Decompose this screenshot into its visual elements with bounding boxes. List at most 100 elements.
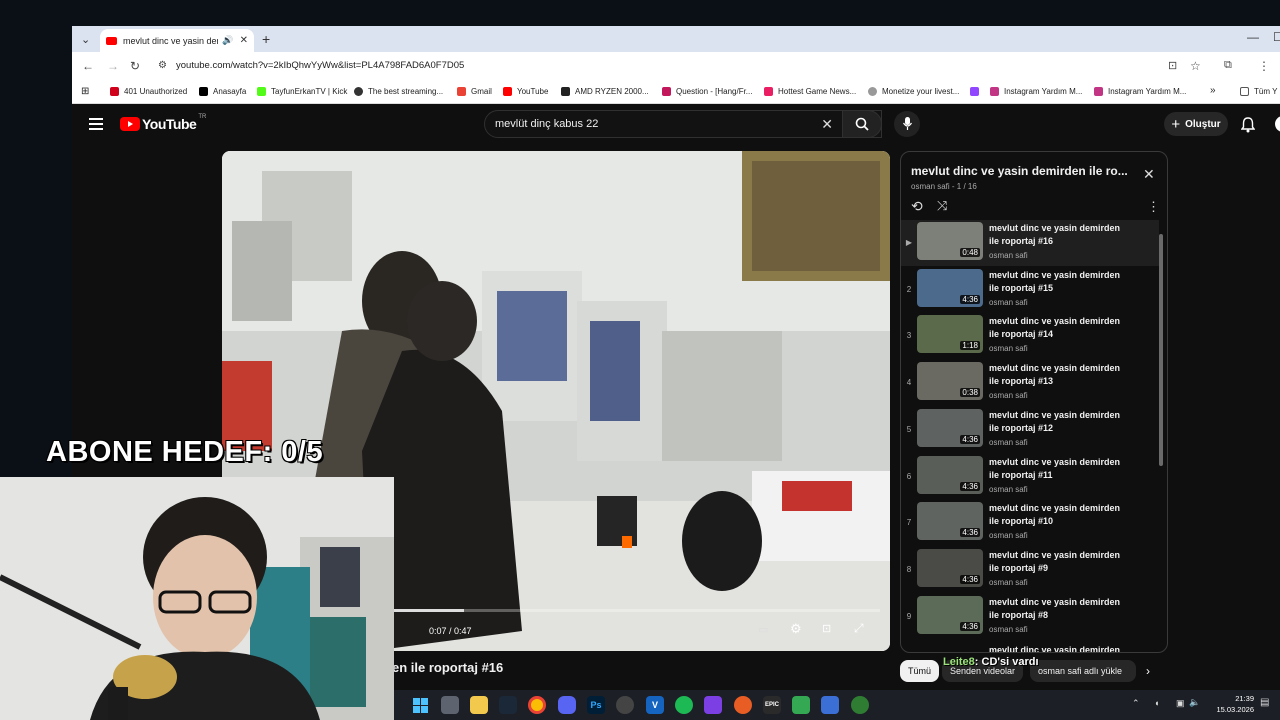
photoshop-icon[interactable]: Ps: [587, 696, 605, 714]
bookmark-item[interactable]: Instagram Yardım M...: [990, 87, 1082, 96]
google-drive-icon[interactable]: [792, 696, 810, 714]
url-field[interactable]: youtube.com/watch?v=2kIbQhwYyWw&list=PL4…: [176, 60, 464, 71]
tab-active[interactable]: mevlut dinc ve yasin demirden ile roport…: [100, 29, 254, 52]
chrome-icon[interactable]: [528, 696, 546, 714]
playlist-thumbnail[interactable]: 0:48: [917, 222, 983, 260]
playlist-item-partial-title[interactable]: mevlut dinc ve yasin demirden: [989, 645, 1120, 652]
playlist-thumbnail[interactable]: 4:36: [917, 502, 983, 541]
obs-icon[interactable]: [616, 696, 634, 714]
extensions-icon[interactable]: ⧉: [1224, 59, 1232, 72]
bookmark-item[interactable]: AMD RYZEN 2000...: [561, 87, 649, 96]
tab-search-icon[interactable]: ⌄: [81, 33, 90, 46]
playlist-item[interactable]: 6 4:36 mevlut dinc ve yasin demirden ile r…: [901, 454, 1159, 500]
file-explorer-icon[interactable]: [470, 696, 488, 714]
shuffle-icon[interactable]: ⤨: [937, 198, 947, 214]
bookmark-item[interactable]: Gmail: [457, 87, 492, 96]
discord-icon[interactable]: [558, 696, 576, 714]
site-settings-icon[interactable]: ⚙: [158, 60, 167, 71]
speaker-icon[interactable]: 🔊: [222, 35, 233, 46]
epic-games-icon[interactable]: EPIC: [763, 696, 781, 714]
subtitles-icon[interactable]: ▭: [758, 623, 768, 636]
chevron-right-icon[interactable]: ›: [1146, 664, 1150, 678]
progress-fill: [390, 609, 464, 612]
system-clock[interactable]: 21:39 15.03.2026: [1200, 693, 1254, 715]
bookmark-label: 401 Unauthorized: [124, 87, 188, 96]
loop-icon[interactable]: ⟲: [911, 198, 923, 215]
task-view-icon[interactable]: [441, 696, 459, 714]
tray-overflow-icon[interactable]: ⌃: [1132, 698, 1140, 709]
avatar[interactable]: [1275, 116, 1280, 132]
bookmark-item[interactable]: TayfunErkanTV | Kick: [257, 87, 347, 96]
vegas-icon[interactable]: V: [646, 696, 664, 714]
playlist-item[interactable]: 9 4:36 mevlut dinc ve yasin demirden ile r…: [901, 594, 1159, 640]
new-tab-icon[interactable]: +: [262, 31, 270, 47]
search-box[interactable]: mevlüt dinç kabus 22 ✕: [484, 110, 882, 138]
volume-icon[interactable]: 🔈: [1189, 697, 1200, 708]
monitor-app-icon[interactable]: [821, 696, 839, 714]
app-orange-icon[interactable]: [734, 696, 752, 714]
bookmark-item[interactable]: Anasayfa: [199, 87, 246, 96]
playlist-menu-icon[interactable]: ⋮: [1147, 199, 1160, 215]
playlist-item[interactable]: ▶ 0:48 mevlut dinc ve yasin demirden ile r…: [901, 220, 1159, 266]
playlist-thumbnail[interactable]: 1:18: [917, 315, 983, 354]
progress-bar[interactable]: [390, 609, 880, 612]
notifications-bell-icon[interactable]: [1241, 117, 1255, 133]
maximize-icon[interactable]: ☐: [1273, 30, 1280, 44]
bookmark-item[interactable]: Monetize your livest...: [868, 87, 959, 96]
playlist-item-title: mevlut dinc ve yasin demirden ile roport…: [989, 409, 1121, 433]
chip-uploads[interactable]: osman safi adlı yükle: [1030, 660, 1136, 682]
playlist-item[interactable]: 2 4:36 mevlut dinc ve yasin demirden ile r…: [901, 267, 1159, 313]
app-grid-icon[interactable]: [704, 696, 722, 714]
bookmark-item[interactable]: Hottest Game News...: [764, 87, 856, 96]
close-tab-icon[interactable]: ✕: [240, 35, 248, 46]
install-app-icon[interactable]: ⊡: [1168, 59, 1177, 72]
all-bookmarks-folder[interactable]: Tüm Y: [1240, 87, 1277, 96]
bookmark-star-icon[interactable]: ☆: [1190, 59, 1201, 73]
bookmark-item[interactable]: Question - [Hang/Fr...: [662, 87, 752, 96]
reload-icon[interactable]: ↻: [130, 59, 140, 73]
back-icon[interactable]: ←: [82, 59, 94, 73]
playlist-thumbnail[interactable]: 4:36: [917, 268, 983, 307]
mic-tray-icon[interactable]: ◖: [1154, 698, 1159, 708]
windows-start-icon[interactable]: [411, 696, 429, 714]
twitch-bookmark-icon[interactable]: [970, 87, 984, 96]
voice-search-button[interactable]: [894, 111, 920, 137]
playlist-item[interactable]: 3 1:18 mevlut dinc ve yasin demirden ile r…: [901, 313, 1159, 359]
bookmark-item[interactable]: YouTube: [503, 87, 548, 96]
playlist-thumbnail[interactable]: 4:36: [917, 408, 983, 447]
close-playlist-icon[interactable]: ✕: [1143, 166, 1155, 183]
xbox-icon[interactable]: [851, 696, 869, 714]
playlist-item[interactable]: 7 4:36 mevlut dinc ve yasin demirden ile r…: [901, 500, 1159, 546]
playlist-item[interactable]: 5 4:36 mevlut dinc ve yasin demirden ile r…: [901, 407, 1159, 453]
fullscreen-icon[interactable]: ⤢: [854, 621, 864, 636]
more-bookmarks-icon[interactable]: »: [1210, 85, 1216, 96]
create-button[interactable]: + Oluştur: [1164, 112, 1228, 136]
apps-grid-icon[interactable]: ⊞: [81, 86, 89, 97]
bookmark-item[interactable]: 401 Unauthorized: [110, 87, 187, 96]
playlist-title[interactable]: mevlut dinc ve yasin demirden ile ro...: [911, 164, 1128, 178]
bookmark-item[interactable]: Instagram Yardım M...: [1094, 87, 1186, 96]
chip-all[interactable]: Tümü: [900, 660, 940, 682]
spotify-icon[interactable]: [675, 696, 693, 714]
theater-mode-icon[interactable]: ⊡: [822, 622, 831, 635]
playlist-item[interactable]: 4 0:38 mevlut dinc ve yasin demirden ile r…: [901, 360, 1159, 406]
youtube-logo[interactable]: YouTube TR: [120, 114, 206, 132]
clear-search-icon[interactable]: ✕: [821, 116, 833, 133]
playlist-thumbnail[interactable]: 4:36: [917, 455, 983, 494]
search-button[interactable]: [842, 110, 882, 138]
steam-icon[interactable]: [499, 696, 517, 714]
playlist-thumbnail[interactable]: 4:36: [917, 548, 983, 587]
notification-icon[interactable]: ▤: [1260, 697, 1269, 708]
settings-gear-icon[interactable]: ⚙: [790, 621, 802, 637]
playlist-thumbnail[interactable]: 4:36: [917, 595, 983, 634]
playlist-scrollbar[interactable]: [1159, 234, 1163, 466]
bookmark-item[interactable]: The best streaming...: [354, 87, 443, 96]
forward-icon[interactable]: →: [107, 59, 119, 73]
playlist-item[interactable]: 8 4:36 mevlut dinc ve yasin demirden ile r…: [901, 547, 1159, 593]
playlist-thumbnail[interactable]: 0:38: [917, 362, 983, 401]
hamburger-menu-icon[interactable]: [89, 118, 103, 130]
minimize-icon[interactable]: —: [1247, 30, 1259, 44]
network-icon[interactable]: ▣: [1176, 698, 1185, 709]
search-input[interactable]: mevlüt dinç kabus 22: [495, 118, 598, 130]
menu-dots-icon[interactable]: ⋮: [1258, 59, 1270, 73]
